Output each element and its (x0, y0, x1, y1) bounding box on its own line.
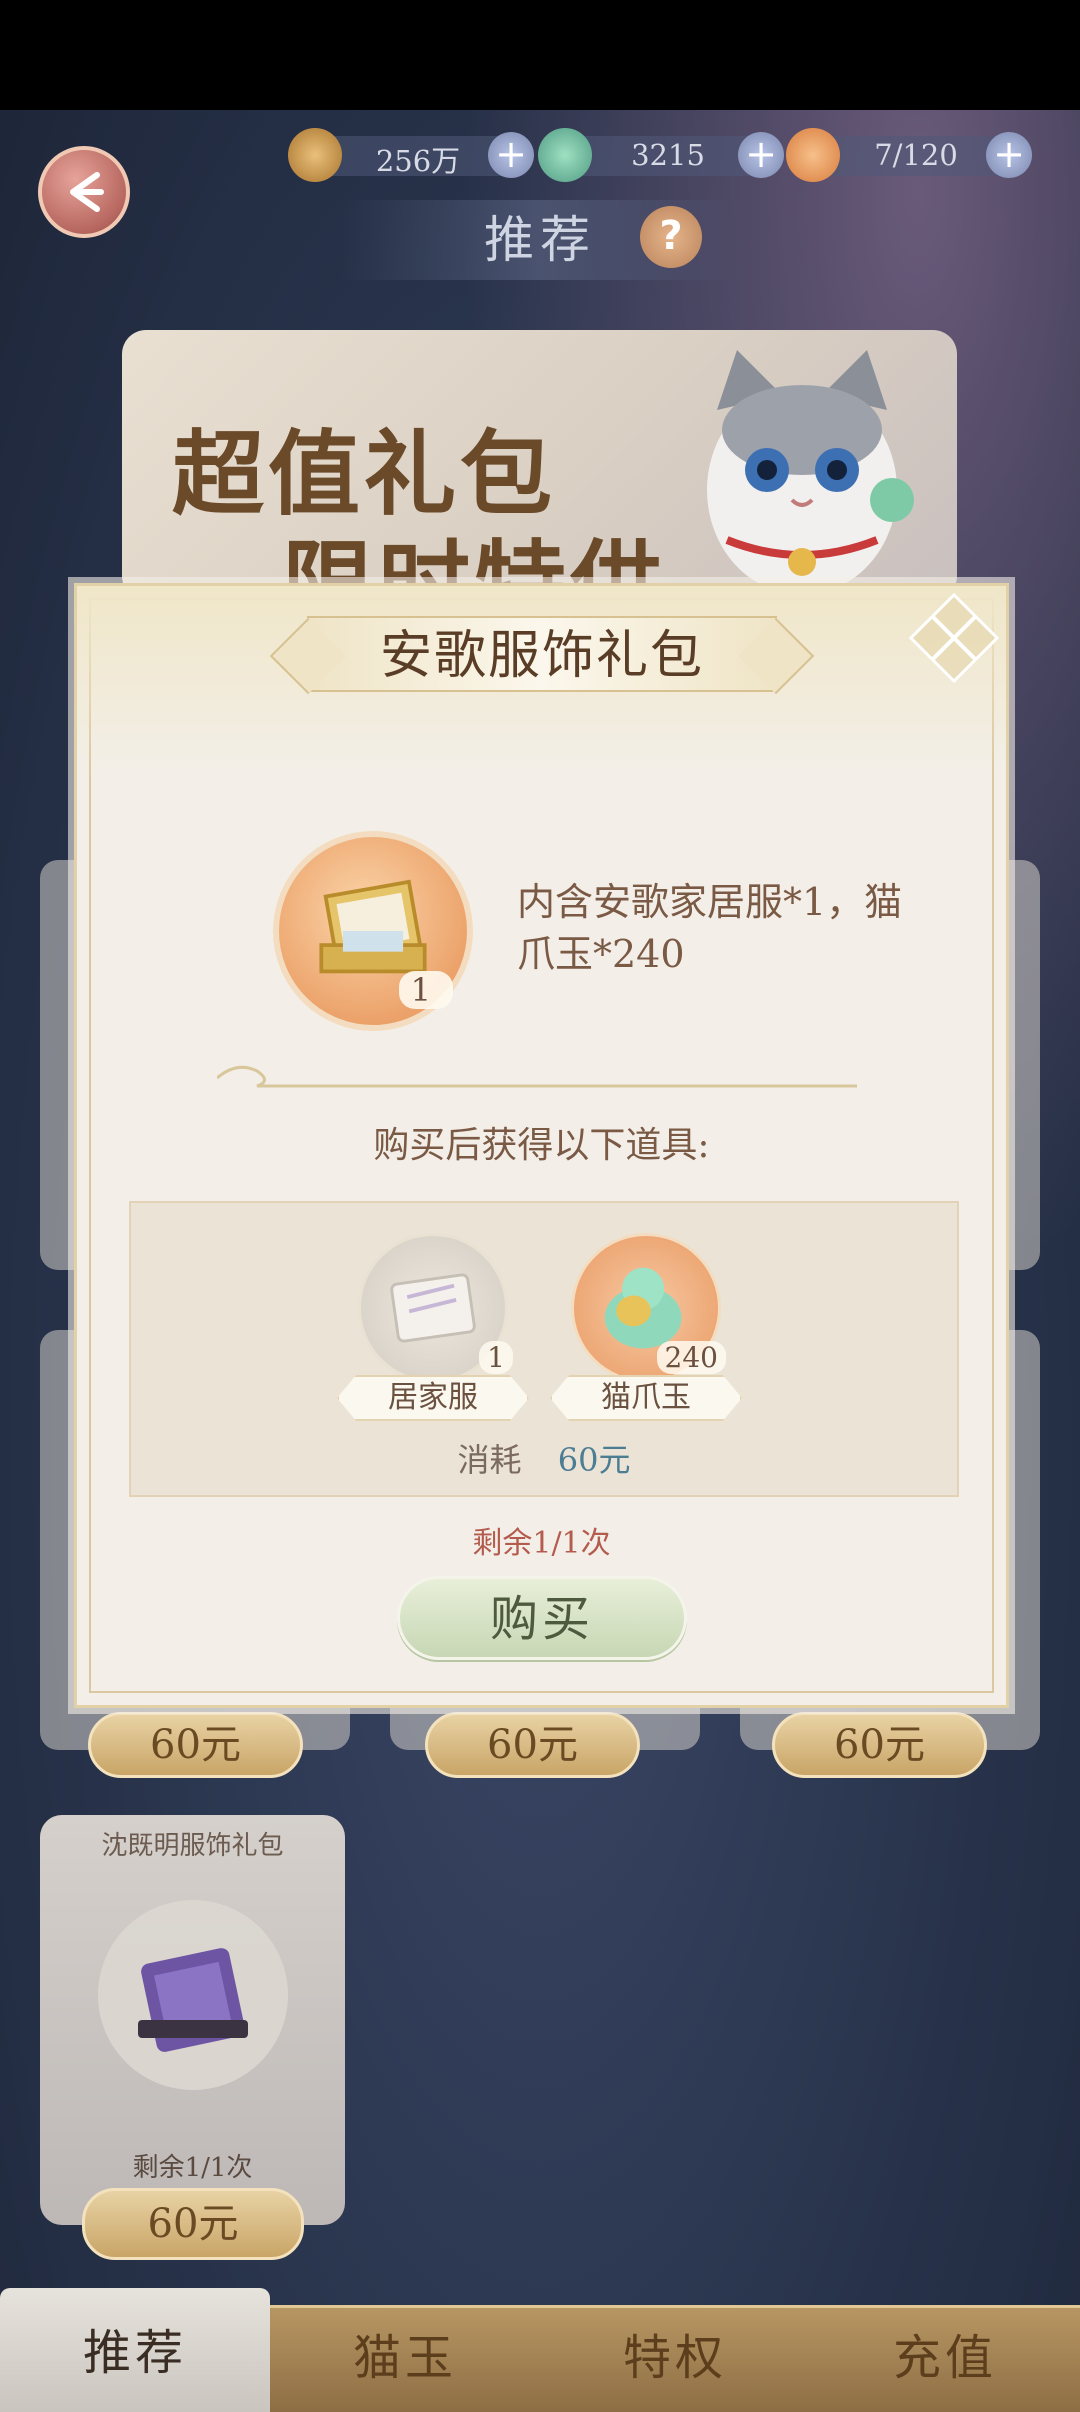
card-price[interactable]: 60元 (425, 1712, 640, 1778)
card-title: 沈既明服饰礼包 (101, 1831, 284, 1861)
tab-privileges[interactable]: 特权 (540, 2308, 810, 2412)
add-stamina-button[interactable]: + (986, 132, 1032, 178)
card-price[interactable]: 60元 (82, 2188, 304, 2260)
add-coins-button[interactable]: + (488, 132, 534, 178)
cost-value: 60元 (557, 1441, 631, 1479)
stamina-value: 7/120 (874, 138, 958, 172)
tab-cat-jade[interactable]: 猫玉 (270, 2308, 540, 2412)
back-button[interactable] (38, 146, 130, 238)
reward-name: 居家服 (337, 1375, 529, 1421)
cat-jade-icon (538, 128, 592, 182)
tab-recommend[interactable]: 推荐 (0, 2288, 270, 2412)
cat-mascot-icon (707, 350, 914, 595)
card-price[interactable]: 60元 (88, 1712, 303, 1778)
coins-resource: 256万 + (288, 128, 534, 182)
reward-qty: 1 (479, 1341, 513, 1374)
help-button[interactable]: ? (640, 206, 702, 268)
cost-label: 消耗 (457, 1441, 522, 1479)
rewards-panel: 1 居家服 240 猫爪玉 消耗 60元 (129, 1201, 959, 1497)
remaining-count: 剩余1/1次 (472, 1526, 611, 1561)
card-remaining: 剩余1/1次 (132, 2153, 253, 2183)
card-price[interactable]: 60元 (772, 1712, 987, 1778)
paw-coin-icon (288, 128, 342, 182)
gift-pack-dialog: 安歌服饰礼包 1 内含安歌家居服*1，猫爪玉*240 购买后获得以下道具: 1 … (74, 583, 1009, 1708)
reward-name: 猫爪玉 (550, 1375, 742, 1421)
page-title-text: 推荐 (484, 211, 596, 269)
stamina-icon (786, 128, 840, 182)
ornamental-divider (217, 1065, 857, 1088)
dialog-title-plate: 安歌服饰礼包 (307, 616, 777, 692)
pack-quantity: 1 (398, 971, 453, 1009)
tab-recharge[interactable]: 充值 (810, 2308, 1080, 2412)
dialog-title: 安歌服饰礼包 (379, 626, 704, 686)
bottom-tab-bar: 推荐 猫玉 特权 充值 (0, 2288, 1080, 2412)
coins-value: 256万 (375, 144, 461, 178)
rewards-heading: 购买后获得以下道具: (373, 1125, 710, 1166)
suitcase-icon (98, 1900, 288, 2090)
stamina-resource: 7/120 + (786, 128, 1032, 182)
add-jade-button[interactable]: + (738, 132, 784, 178)
pack-description: 内含安歌家居服*1，猫爪玉*240 (517, 880, 903, 976)
gift-pack-icon: 1 (273, 831, 473, 1031)
jade-value: 3215 (631, 138, 705, 172)
promo-banner[interactable]: 超值礼包 限时特供 (122, 330, 957, 600)
reward-qty: 240 (656, 1341, 726, 1374)
status-bar (0, 0, 1080, 110)
page: 256万 + 3215 + 7/120 + 推荐 ? 超值礼包 限时特供 60元… (0, 0, 1080, 2412)
gift-pack-card[interactable]: 沈既明服饰礼包 剩余1/1次 (40, 1815, 345, 2225)
cost-row: 消耗 60元 (131, 1435, 957, 1481)
jade-resource: 3215 + (538, 128, 784, 182)
back-arrow-icon (70, 172, 104, 212)
buy-button[interactable]: 购买 (397, 1576, 687, 1660)
